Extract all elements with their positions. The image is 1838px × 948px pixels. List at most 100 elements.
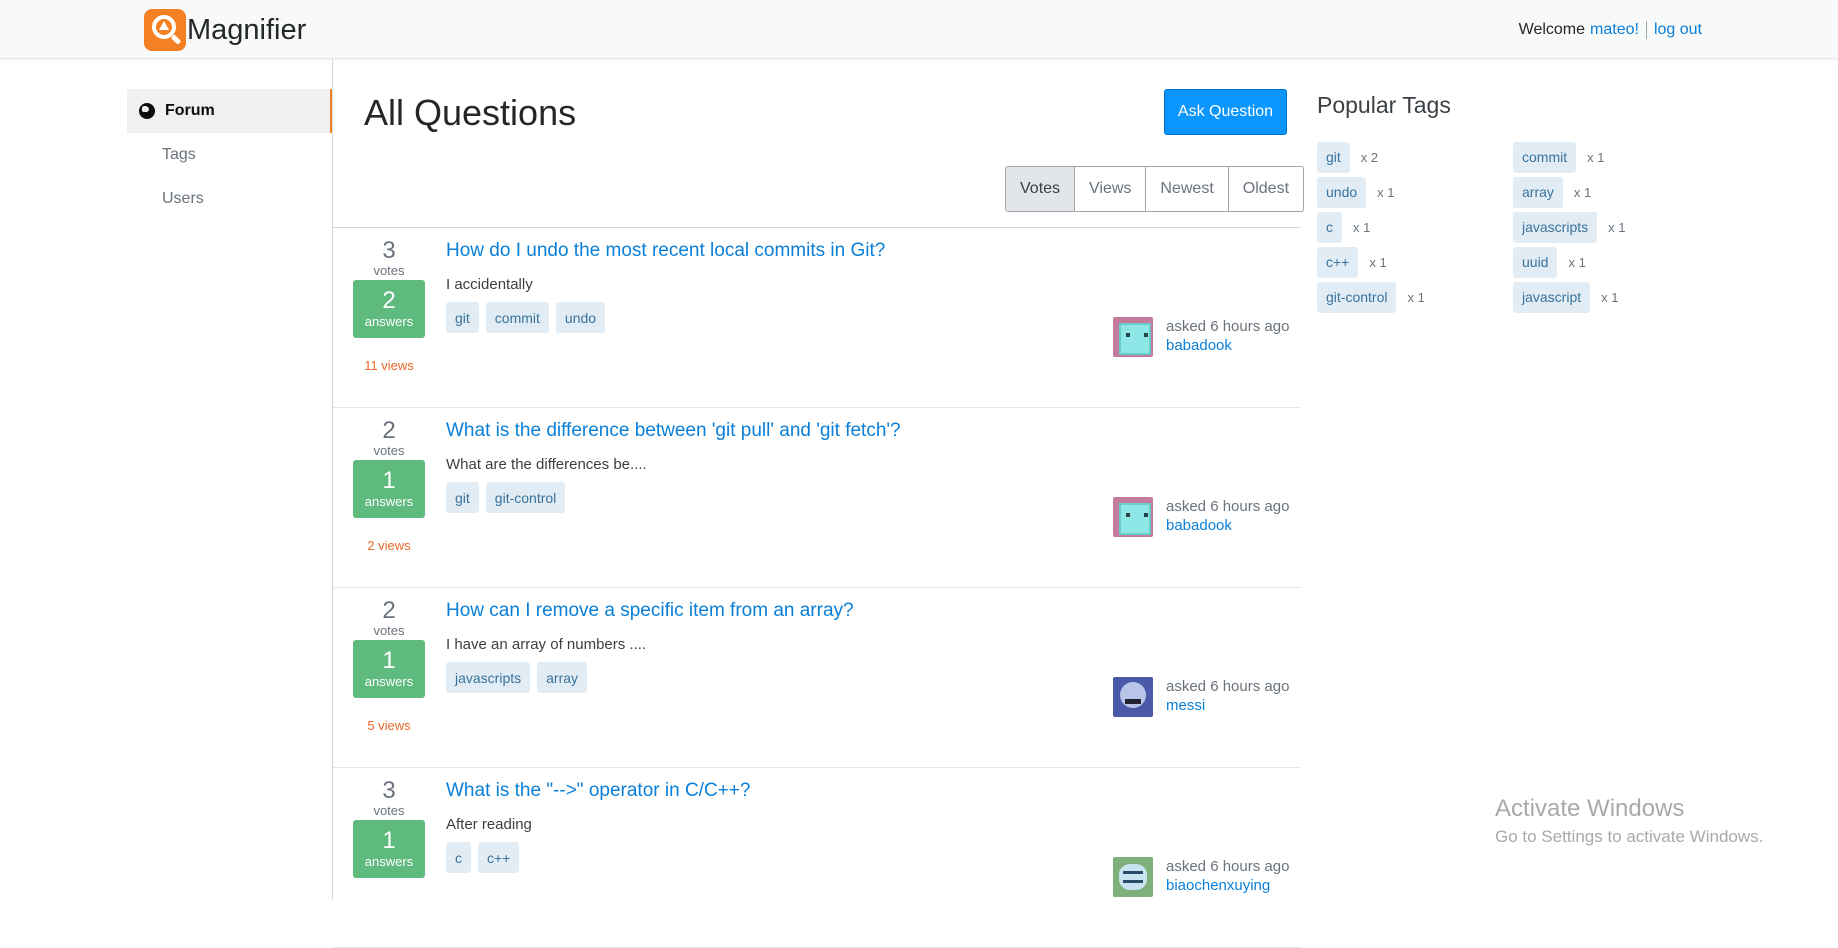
popular-tag[interactable]: git-control [1317, 281, 1397, 313]
page-title: All Questions [364, 92, 577, 133]
answer-count: 1 [382, 647, 396, 674]
question-title-link[interactable]: How can I remove a specific item from an… [446, 600, 854, 622]
view-count: 5 views [367, 718, 411, 733]
question-excerpt: I accidentally [446, 276, 533, 293]
popular-tag-item: uuid x 1 [1513, 246, 1709, 278]
tag-array[interactable]: array [537, 662, 588, 693]
view-count: 11 views [364, 358, 414, 373]
popular-tag[interactable]: javascripts [1513, 211, 1598, 243]
tag-count: x 1 [1353, 219, 1371, 235]
sidebar-item-label: Users [162, 190, 204, 207]
filter-newest[interactable]: Newest [1145, 167, 1227, 211]
tag-c[interactable]: c [446, 842, 471, 873]
sidebar-item-forum[interactable]: Forum [127, 89, 333, 133]
question-list: 3 votes 2 answers 11 views How do I undo… [333, 228, 1301, 948]
question-stats: 3 votes 1 answers [353, 778, 425, 878]
robot-avatar-icon[interactable] [1113, 497, 1153, 537]
vote-count: 3 [382, 777, 396, 804]
filter-views[interactable]: Views [1074, 167, 1145, 211]
divider [1645, 21, 1647, 39]
question-excerpt: After reading [446, 816, 532, 833]
owner-username-link[interactable]: biaochenxuying [1166, 877, 1270, 894]
filter-votes[interactable]: Votes [1006, 167, 1075, 211]
magnifier-logo-icon [144, 9, 186, 51]
popular-tag[interactable]: uuid [1513, 246, 1558, 278]
popular-tags-grid: git x 2 commit x 1 undo x 1 array x 1 c x 1 j… [1317, 141, 1709, 313]
owner-username-link[interactable]: babadook [1166, 337, 1232, 354]
watermark-title: Activate Windows [1495, 795, 1685, 822]
popular-tag[interactable]: git [1317, 141, 1350, 173]
goggles-avatar-icon[interactable] [1113, 857, 1153, 897]
question-excerpt: What are the differences be.... [446, 456, 647, 473]
asked-time: asked 6 hours ago [1166, 678, 1290, 695]
question-item: 3 votes 2 answers 11 views How do I undo… [333, 228, 1301, 408]
question-item: 2 votes 1 answers 5 views How can I remo… [333, 588, 1301, 768]
tag-count: x 1 [1587, 149, 1605, 165]
asked-time: asked 6 hours ago [1166, 498, 1290, 515]
filter-oldest[interactable]: Oldest [1227, 167, 1303, 211]
question-stats: 2 votes 1 answers 2 views [353, 418, 425, 553]
popular-tag[interactable]: commit [1513, 141, 1577, 173]
tag-javascripts[interactable]: javascripts [446, 662, 531, 693]
tag-count: x 1 [1608, 219, 1626, 235]
sort-filter-group: Votes Views Newest Oldest [1005, 166, 1305, 212]
ask-question-button[interactable]: Ask Question [1164, 89, 1287, 135]
question-tags: c c++ [446, 842, 520, 873]
brand-home-link[interactable]: Magnifier [144, 9, 306, 51]
tag-git-control[interactable]: git-control [485, 482, 566, 513]
left-sidebar: Forum Tags Users [127, 89, 333, 221]
answer-count-box: 2 answers [353, 280, 425, 338]
vote-count: 2 [382, 417, 396, 444]
sidebar-item-tags[interactable]: Tags [127, 133, 333, 177]
tag-count: x 1 [1601, 289, 1619, 305]
popular-tags-title: Popular Tags [1317, 92, 1451, 118]
tag-commit[interactable]: commit [485, 302, 549, 333]
view-count: 2 views [367, 538, 411, 553]
popular-tag-item: c++ x 1 [1317, 246, 1513, 278]
question-title-link[interactable]: What is the difference between 'git pull… [446, 420, 901, 442]
answer-count: 1 [382, 827, 396, 854]
question-item: 3 votes 1 answers What is the "-->" oper… [333, 768, 1301, 948]
robot-avatar-icon[interactable] [1113, 317, 1153, 357]
brand-name: Magnifier [187, 13, 307, 46]
popular-tag[interactable]: c [1317, 211, 1342, 243]
tag-git[interactable]: git [446, 302, 479, 333]
tag-cpp[interactable]: c++ [478, 842, 520, 873]
popular-tag-item: undo x 1 [1317, 176, 1513, 208]
question-owner: asked 6 hours ago messi [1113, 677, 1289, 717]
tag-count: x 1 [1573, 184, 1592, 200]
username-link[interactable]: mateo! [1590, 21, 1639, 39]
owner-username-link[interactable]: babadook [1166, 517, 1232, 534]
question-tags: git commit undo [446, 302, 606, 333]
answer-count-box: 1 answers [353, 460, 425, 518]
tag-count: x 1 [1568, 254, 1586, 270]
popular-tag[interactable]: array [1513, 176, 1563, 208]
tag-undo[interactable]: undo [555, 302, 606, 333]
vote-label: votes [373, 623, 405, 638]
popular-tag-item: git-control x 1 [1317, 281, 1513, 313]
popular-tag-item: commit x 1 [1513, 141, 1709, 173]
owner-username-link[interactable]: messi [1166, 697, 1205, 714]
answer-count-box: 1 answers [353, 640, 425, 698]
activate-windows-watermark: Activate Windows Go to Settings to activ… [1495, 795, 1763, 847]
popular-tag[interactable]: javascript [1513, 281, 1591, 313]
tag-count: x 2 [1360, 149, 1379, 165]
answer-count: 1 [382, 467, 396, 494]
question-tags: javascripts array [446, 662, 588, 693]
popular-tag[interactable]: c++ [1317, 246, 1359, 278]
answer-label: answers [364, 674, 414, 689]
sidebar-item-users[interactable]: Users [127, 177, 333, 221]
question-excerpt: I have an array of numbers .... [446, 636, 647, 653]
popular-tag[interactable]: undo [1317, 176, 1367, 208]
vote-count: 3 [382, 237, 396, 264]
question-tags: git git-control [446, 482, 566, 513]
tag-git[interactable]: git [446, 482, 479, 513]
monster-avatar-icon[interactable] [1113, 677, 1153, 717]
sidebar-item-label: Forum [165, 102, 215, 119]
question-title-link[interactable]: What is the "-->" operator in C/C++? [446, 780, 750, 802]
logout-link[interactable]: log out [1654, 21, 1702, 39]
popular-tag-item: javascripts x 1 [1513, 211, 1709, 243]
question-owner: asked 6 hours ago babadook [1113, 317, 1289, 357]
question-item: 2 votes 1 answers 2 views What is the di… [333, 408, 1301, 588]
question-title-link[interactable]: How do I undo the most recent local comm… [446, 240, 885, 262]
